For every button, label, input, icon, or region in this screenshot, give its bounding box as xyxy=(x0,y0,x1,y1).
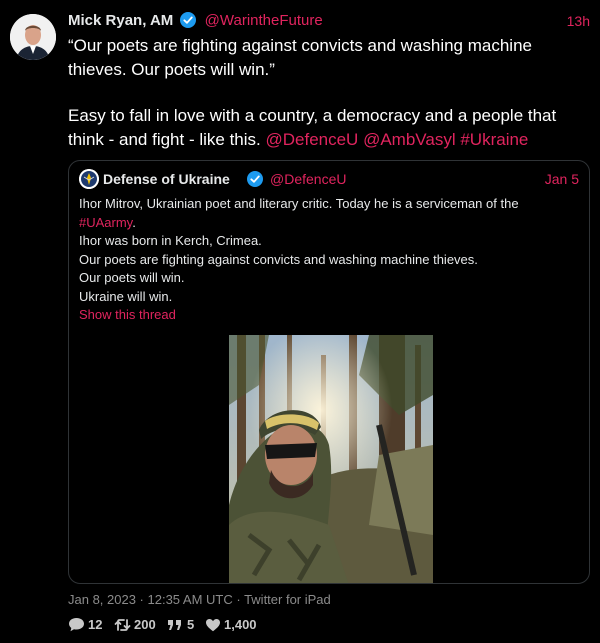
show-thread-link[interactable]: Show this thread xyxy=(79,306,579,325)
tweet-text-quote: “Our poets are fighting against convicts… xyxy=(68,36,532,79)
quoted-line-4: Our poets will win. xyxy=(79,270,185,285)
tweet-header: Mick Ryan, AM @WarintheFuture 13h xyxy=(68,11,590,31)
quoted-line-1: Ihor Mitrov, Ukrainian poet and literary… xyxy=(79,195,579,214)
quoted-author-handle[interactable]: @DefenceU xyxy=(270,169,346,189)
tweet-timestamp[interactable]: Jan 8, 2023 · 12:35 AM UTC · Twitter for… xyxy=(68,592,331,607)
mention-ambvasyl[interactable]: @AmbVasyl xyxy=(363,130,456,149)
reply-count: 12 xyxy=(88,617,103,632)
retweet-icon xyxy=(114,618,131,632)
quoted-author-name[interactable]: Defense of Ukraine xyxy=(103,169,230,189)
quoted-line-5: Ukraine will win. xyxy=(79,288,173,304)
quoted-line-1-text: Ihor Mitrov, Ukrainian poet and literary… xyxy=(79,196,519,211)
verified-badge-icon xyxy=(180,12,197,34)
quoted-tweet-header: Defense of Ukraine @DefenceU Jan 5 xyxy=(79,169,579,189)
quoted-line-hashtag: #UAarmy. xyxy=(79,214,579,233)
tweet-text: “Our poets are fighting against convicts… xyxy=(68,34,593,151)
mention-defenceu[interactable]: @DefenceU xyxy=(265,130,358,149)
tweet[interactable]: Mick Ryan, AM @WarintheFuture 13h “Our p… xyxy=(0,0,600,643)
quoted-tweet[interactable]: Defense of Ukraine @DefenceU Jan 5 Ihor … xyxy=(68,160,590,584)
hashtag-suffix: . xyxy=(132,214,136,230)
quoted-line-2: Ihor was born in Kerch, Crimea. xyxy=(79,233,262,248)
retweet-count: 200 xyxy=(134,617,156,632)
like-stat[interactable]: 1,400 xyxy=(205,617,257,632)
author-avatar[interactable] xyxy=(10,14,56,60)
tweet-text-comment: Easy to fall in love with a country, a d… xyxy=(68,104,593,151)
quote-count: 5 xyxy=(187,617,195,632)
tweet-time[interactable]: 13h xyxy=(567,11,590,31)
retweet-stat[interactable]: 200 xyxy=(114,617,156,632)
quoted-date[interactable]: Jan 5 xyxy=(545,169,579,189)
quoted-line-3: Our poets are fighting against convicts … xyxy=(79,251,478,267)
hashtag-ukraine[interactable]: #Ukraine xyxy=(460,130,528,149)
quoted-author-avatar[interactable] xyxy=(79,169,99,189)
like-count: 1,400 xyxy=(224,617,257,632)
verified-badge-icon xyxy=(247,171,263,192)
hashtag-uaarmy[interactable]: #UAarmy xyxy=(79,215,132,230)
quoted-tweet-text: Ihor Mitrov, Ukrainian poet and literary… xyxy=(79,195,579,325)
quote-stat[interactable]: 5 xyxy=(167,617,194,632)
author-handle[interactable]: @WarintheFuture xyxy=(205,12,323,29)
author-name[interactable]: Mick Ryan, AM xyxy=(68,12,173,29)
quoted-tweet-photo[interactable] xyxy=(229,335,433,583)
quote-icon xyxy=(167,619,184,631)
reply-icon xyxy=(68,617,85,632)
like-icon xyxy=(205,618,221,632)
reply-stat[interactable]: 12 xyxy=(68,617,102,632)
